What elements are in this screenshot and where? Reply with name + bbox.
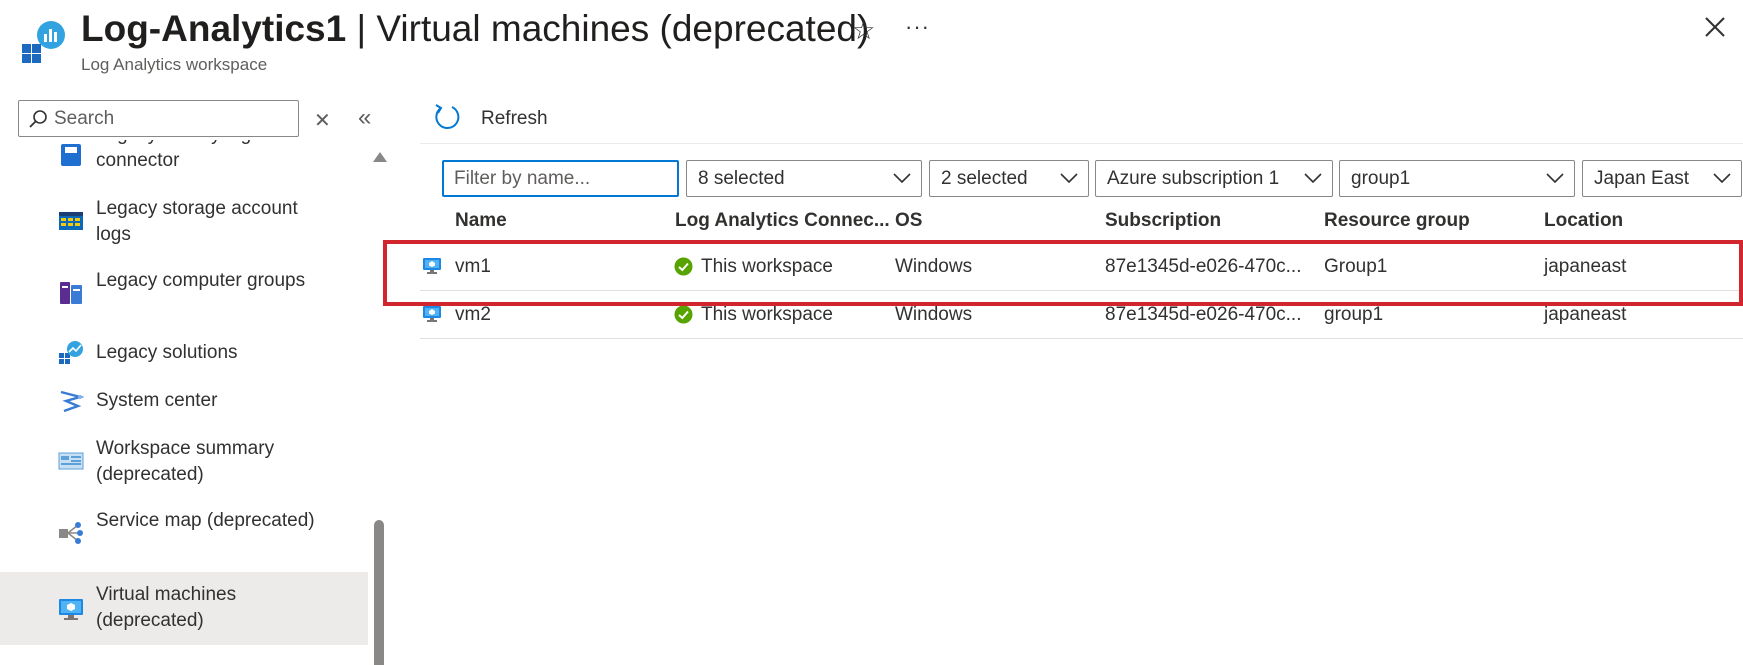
success-check-icon <box>674 257 693 276</box>
sidebar-item-virtual-machines[interactable]: Virtual machines (deprecated) <box>0 572 368 645</box>
table-row[interactable]: vm2 This workspace Windows 87e1345d-e026… <box>420 292 1743 339</box>
menu-scrollbar[interactable] <box>372 148 387 665</box>
chevron-down-icon <box>1546 173 1564 184</box>
chevron-down-icon <box>1713 173 1731 184</box>
os-filter-dropdown[interactable]: 2 selected <box>929 160 1089 197</box>
close-icon[interactable] <box>1700 12 1730 42</box>
name-filter-box[interactable] <box>442 160 679 197</box>
refresh-icon <box>435 104 460 129</box>
log-analytics-icon <box>22 21 65 63</box>
service-map-icon <box>59 522 83 544</box>
grid-header: Name Log Analytics Connec... OS Subscrip… <box>420 206 1743 240</box>
sidebar-item-label: Legacy storage account logs <box>96 198 298 245</box>
legacy-activity-log-icon <box>61 144 81 166</box>
sidebar-item-legacy-computer-groups[interactable]: Legacy computer groups <box>0 258 368 328</box>
subscription-filter-dropdown[interactable]: Azure subscription 1 <box>1095 160 1333 197</box>
sidebar-item-legacy-solutions[interactable]: Legacy solutions <box>0 330 368 376</box>
column-header-connection[interactable]: Log Analytics Connec... <box>675 210 890 232</box>
sidebar-item-label: Workspace summary (deprecated) <box>96 438 275 485</box>
location-cell: japaneast <box>1544 256 1627 277</box>
dropdown-value: group1 <box>1351 168 1411 189</box>
os-cell: Windows <box>895 304 973 325</box>
column-header-os[interactable]: OS <box>895 210 922 232</box>
sidebar-item-system-center[interactable]: System center <box>0 378 368 424</box>
sidebar-item-label: Service map (deprecated) <box>96 510 315 531</box>
connection-status: This workspace <box>701 256 833 277</box>
column-header-subscription[interactable]: Subscription <box>1105 210 1221 232</box>
menu-nav-list: Legacy activity log connector Legacy sto… <box>0 140 368 665</box>
storage-table-icon <box>59 212 83 230</box>
menu-search-input[interactable] <box>54 107 289 131</box>
sidebar-item-service-map[interactable]: Service map (deprecated) <box>0 498 368 568</box>
vm-name-link[interactable]: vm1 <box>455 256 491 278</box>
location-filter-dropdown[interactable]: Japan East <box>1582 160 1742 197</box>
sidebar-item-label: Virtual machines (deprecated) <box>96 584 237 631</box>
menu-search-box[interactable] <box>18 100 299 137</box>
system-center-icon <box>60 390 84 413</box>
sidebar-item-workspace-summary[interactable]: Workspace summary (deprecated) <box>0 426 368 496</box>
toolbar-divider <box>420 143 1743 144</box>
scroll-up-arrow-icon[interactable] <box>373 152 387 162</box>
resource-group-filter-dropdown[interactable]: group1 <box>1339 160 1575 197</box>
clear-search-icon[interactable]: ✕ <box>314 108 331 133</box>
page-header: Log-Analytics1 | Virtual machines (depre… <box>0 0 1743 80</box>
more-options-icon[interactable]: ··· <box>905 14 930 40</box>
sidebar-item-clipped[interactable] <box>0 647 368 665</box>
workspace-summary-icon <box>58 452 84 470</box>
name-filter-input[interactable] <box>454 167 664 191</box>
sidebar-item-label: Legacy solutions <box>96 342 238 363</box>
sidebar-item-label: System center <box>96 390 218 411</box>
resource-group-cell: group1 <box>1324 304 1384 325</box>
chevron-down-icon <box>1304 173 1322 184</box>
virtual-machine-icon <box>59 599 83 620</box>
dropdown-value: Azure subscription 1 <box>1107 168 1280 189</box>
chevron-down-icon <box>893 173 911 184</box>
favorite-star-icon[interactable]: ☆ <box>852 15 875 46</box>
resource-menu: ✕ « Legacy activity log connector Legacy… <box>0 96 392 665</box>
column-header-name[interactable]: Name <box>455 210 507 232</box>
collapse-menu-icon[interactable]: « <box>358 104 371 132</box>
os-cell: Windows <box>895 256 973 277</box>
subscription-cell: 87e1345d-e026-470c... <box>1105 304 1302 325</box>
sidebar-item-label: Legacy activity log connector <box>96 140 251 171</box>
main-content: Refresh 8 selected 2 selected Azure subs… <box>420 96 1743 665</box>
virtual-machine-icon <box>423 258 441 274</box>
sidebar-item-legacy-activity-log-connector[interactable]: Legacy activity log connector <box>0 140 368 182</box>
dropdown-value: 8 selected <box>698 168 785 189</box>
virtual-machine-icon <box>423 306 441 322</box>
solutions-icon <box>59 341 83 364</box>
connection-filter-dropdown[interactable]: 8 selected <box>686 160 922 197</box>
resource-group-cell: Group1 <box>1324 256 1388 277</box>
title-separator: | <box>346 8 377 49</box>
page-subtitle: Log Analytics workspace <box>81 55 268 74</box>
computer-groups-icon <box>60 282 82 304</box>
table-row[interactable]: vm1 This workspace Windows 87e1345d-e026… <box>420 244 1743 291</box>
blade-name: Virtual machines (deprecated) <box>376 8 870 49</box>
chevron-down-icon <box>1060 173 1078 184</box>
success-check-icon <box>674 305 693 324</box>
dropdown-value: Japan East <box>1594 168 1690 189</box>
scrollbar-thumb[interactable] <box>374 520 384 665</box>
vm-name-link[interactable]: vm2 <box>455 304 491 326</box>
connection-status: This workspace <box>701 304 833 325</box>
location-cell: japaneast <box>1544 304 1627 325</box>
sidebar-item-label: Legacy computer groups <box>96 270 306 291</box>
search-icon <box>29 110 47 128</box>
dropdown-value: 2 selected <box>941 168 1028 189</box>
page-title: Log-Analytics1 | Virtual machines (depre… <box>81 8 869 50</box>
column-header-location[interactable]: Location <box>1544 210 1623 232</box>
refresh-label: Refresh <box>481 108 548 129</box>
column-header-resource-group[interactable]: Resource group <box>1324 210 1470 232</box>
sidebar-item-legacy-storage-account-logs[interactable]: Legacy storage account logs <box>0 186 368 256</box>
subscription-cell: 87e1345d-e026-470c... <box>1105 256 1302 277</box>
resource-name: Log-Analytics1 <box>81 8 347 49</box>
